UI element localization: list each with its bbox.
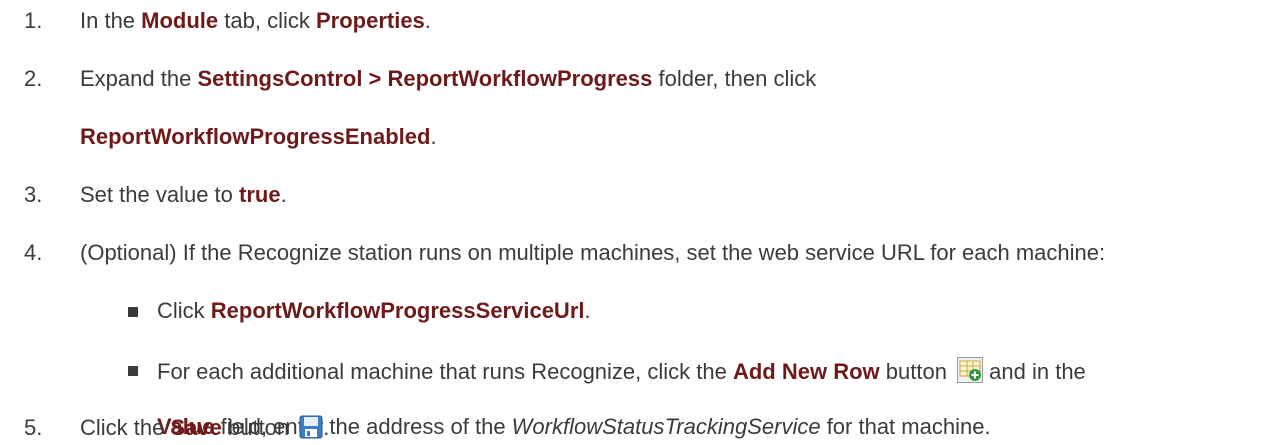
text-run: for that machine. bbox=[820, 414, 991, 439]
sub-step-text-line: For each additional machine that runs Re… bbox=[157, 357, 1086, 389]
bullet-marker bbox=[128, 307, 138, 317]
bold-term-settingscontrol-reportworkflowprogress: SettingsControl > ReportWorkflowProgress bbox=[197, 66, 653, 91]
text-run: For each additional machine that runs Re… bbox=[157, 359, 733, 384]
bullet-marker bbox=[128, 366, 138, 376]
bold-term-module: Module bbox=[141, 8, 219, 33]
step-number: 5. bbox=[24, 415, 43, 440]
step-text-line: Set the value to true. bbox=[80, 182, 287, 208]
bold-term-add-new-row: Add New Row bbox=[732, 359, 880, 384]
step-number: 2. bbox=[24, 66, 43, 91]
text-run: (Optional) If the Recognize station runs… bbox=[80, 240, 1106, 265]
text-run: Click bbox=[157, 298, 211, 323]
step-number: 3. bbox=[24, 182, 43, 207]
step-text-line: (Optional) If the Recognize station runs… bbox=[80, 240, 1105, 266]
text-run: . bbox=[323, 415, 330, 440]
step-text-line: In the Module tab, click Properties. bbox=[80, 8, 431, 34]
bold-term-save: Save bbox=[170, 415, 222, 440]
text-run: . bbox=[280, 182, 287, 207]
text-run: . bbox=[584, 298, 591, 323]
bold-term-properties: Properties bbox=[315, 8, 425, 33]
text-run: folder, then click bbox=[652, 66, 817, 91]
add-new-row-icon bbox=[957, 357, 984, 389]
bold-term-true: true bbox=[239, 182, 281, 207]
text-run: Click the bbox=[80, 415, 171, 440]
text-run: In the bbox=[80, 8, 142, 33]
text-run: . bbox=[424, 8, 431, 33]
sub-step-text-line: Click ReportWorkflowProgressServiceUrl. bbox=[157, 298, 591, 324]
step-number: 4. bbox=[24, 240, 43, 265]
text-run: button bbox=[221, 415, 296, 440]
text-run: and in the bbox=[983, 359, 1086, 384]
step-number: 1. bbox=[24, 8, 43, 33]
step-text-line: Expand the SettingsControl > ReportWorkf… bbox=[80, 66, 816, 92]
bold-term-reportworkflowprogressenabled: ReportWorkflowProgressEnabled bbox=[80, 124, 431, 149]
text-run: tab, click bbox=[218, 8, 316, 33]
step-text-line: ReportWorkflowProgressEnabled. bbox=[80, 124, 437, 150]
text-run: Set the value to bbox=[80, 182, 239, 207]
text-run: button bbox=[879, 359, 954, 384]
italic-term-workflowstatustrackingservice: WorkflowStatusTrackingService bbox=[511, 414, 821, 439]
bold-term-reportworkflowprogressserviceurl: ReportWorkflowProgressServiceUrl bbox=[210, 298, 585, 323]
text-run: Expand the bbox=[80, 66, 198, 91]
text-run: . bbox=[430, 124, 437, 149]
